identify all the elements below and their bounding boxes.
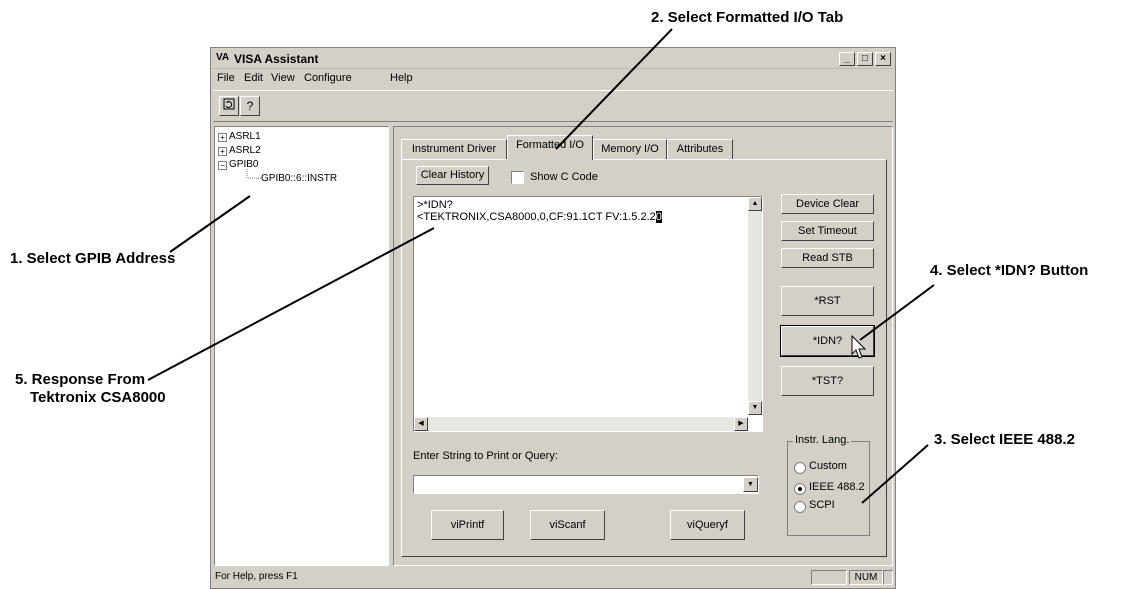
show-c-code-label: Show C Code <box>530 171 598 183</box>
clear-history-button[interactable]: Clear History <box>416 166 489 185</box>
scroll-right-icon[interactable]: ▶ <box>734 417 748 431</box>
menu-edit[interactable]: Edit <box>244 72 263 84</box>
tree-node-asrl1[interactable]: ASRL1 <box>229 131 261 142</box>
tree-node-gpib0-6-instr[interactable]: GPIB0::6::INSTR <box>261 173 337 184</box>
radio-scpi-label: SCPI <box>809 499 835 511</box>
viprintf-button[interactable]: viPrintf <box>431 510 504 540</box>
callout-response-line1: 5. Response From <box>15 371 146 388</box>
tab-formatted-io[interactable]: Formatted I/O <box>507 135 593 160</box>
menu-view[interactable]: View <box>271 72 295 84</box>
help-button[interactable]: ? <box>240 96 260 116</box>
viqueryf-button[interactable]: viQueryf <box>670 510 745 540</box>
callout-response-line2: Tektronix CSA8000 <box>30 389 166 406</box>
dropdown-arrow-icon[interactable]: ▼ <box>743 477 758 492</box>
output-line-query: >*IDN? <box>417 199 453 211</box>
tst-button[interactable]: *TST? <box>781 366 874 396</box>
radio-ieee-488-2[interactable] <box>794 483 806 495</box>
show-c-code-checkbox[interactable] <box>511 171 524 184</box>
input-label: Enter String to Print or Query: <box>413 450 558 462</box>
rst-button[interactable]: *RST <box>781 286 874 316</box>
read-stb-button[interactable]: Read STB <box>781 248 874 268</box>
help-icon: ? <box>246 99 254 113</box>
resize-grip-icon[interactable] <box>883 570 893 585</box>
instr-lang-group: Instr. Lang. Custom IEEE 488.2 SCPI <box>787 434 870 536</box>
tree-expander-icon[interactable]: − <box>218 161 227 170</box>
output-selected-char: 0 <box>655 211 662 223</box>
toolbar: ? <box>213 90 893 122</box>
menu-help[interactable]: Help <box>390 72 413 84</box>
refresh-icon <box>223 98 235 110</box>
viscanf-button[interactable]: viScanf <box>530 510 605 540</box>
vertical-scrollbar[interactable]: ▲ ▼ <box>748 197 762 415</box>
radio-custom-label: Custom <box>809 460 847 472</box>
horizontal-scrollbar[interactable]: ◀ ▶ <box>414 417 748 431</box>
output-line-response: <TEKTRONIX,CSA8000,0,CF:91.1CT FV:1.5.2.… <box>417 211 662 223</box>
set-timeout-button[interactable]: Set Timeout <box>781 221 874 241</box>
callout-select-idn-button: 4. Select *IDN? Button <box>930 262 1089 279</box>
status-help-text: For Help, press F1 <box>215 571 298 582</box>
tree-expander-icon[interactable]: + <box>218 133 227 142</box>
tree-expander-icon[interactable]: + <box>218 147 227 156</box>
scroll-down-icon[interactable]: ▼ <box>748 401 762 415</box>
menu-bar: File Edit View Configure Help <box>213 70 893 88</box>
resource-tree[interactable]: + ASRL1 + ASRL2 − GPIB0 GPIB0::6::INSTR <box>214 126 389 566</box>
radio-custom[interactable] <box>794 462 806 474</box>
tab-memory-io[interactable]: Memory I/O <box>593 139 667 159</box>
callout-select-gpib-address: 1. Select GPIB Address <box>10 250 176 267</box>
output-history[interactable]: >*IDN? <TEKTRONIX,CSA8000,0,CF:91.1CT FV… <box>413 196 763 432</box>
visa-app-icon: VA <box>216 52 230 63</box>
menu-configure[interactable]: Configure <box>304 72 352 84</box>
tree-node-asrl2[interactable]: ASRL2 <box>229 145 261 156</box>
status-panel-empty <box>811 570 847 585</box>
device-clear-button[interactable]: Device Clear <box>781 194 874 214</box>
instr-lang-group-title: Instr. Lang. <box>793 434 852 446</box>
refresh-button[interactable] <box>219 96 239 116</box>
callout-select-formatted-io: 2. Select Formatted I/O Tab <box>651 9 844 26</box>
maximize-button[interactable]: □ <box>857 52 873 66</box>
tab-attributes[interactable]: Attributes <box>667 139 733 159</box>
close-button[interactable]: × <box>875 52 891 66</box>
callout-select-ieee: 3. Select IEEE 488.2 <box>934 431 1075 448</box>
tab-instrument-driver[interactable]: Instrument Driver <box>401 139 507 159</box>
visa-assistant-window: VA VISA Assistant _ □ × File Edit View C… <box>210 47 896 589</box>
radio-ieee-488-2-label: IEEE 488.2 <box>809 481 865 493</box>
window-title: VISA Assistant <box>234 52 319 66</box>
mouse-cursor-icon <box>851 335 867 359</box>
minimize-button[interactable]: _ <box>839 52 855 66</box>
query-input[interactable]: ▼ <box>413 475 759 494</box>
scroll-up-icon[interactable]: ▲ <box>748 197 762 211</box>
scroll-left-icon[interactable]: ◀ <box>414 417 428 431</box>
status-num: NUM <box>849 570 883 585</box>
title-bar[interactable]: VA VISA Assistant _ □ × <box>213 50 893 69</box>
output-response-text: <TEKTRONIX,CSA8000,0,CF:91.1CT FV:1.5.2.… <box>417 211 656 223</box>
status-bar: For Help, press F1 NUM <box>213 568 893 586</box>
menu-file[interactable]: File <box>217 72 235 84</box>
radio-scpi[interactable] <box>794 501 806 513</box>
